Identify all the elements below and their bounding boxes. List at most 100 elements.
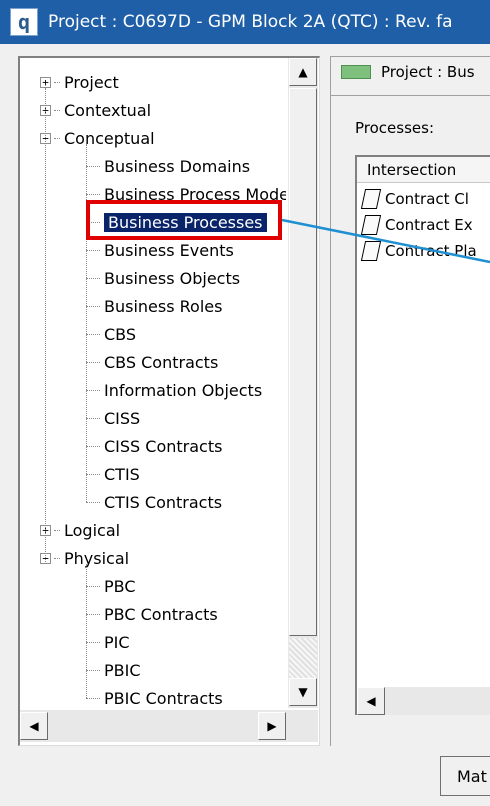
tree-item[interactable]: + Project — [40, 68, 119, 96]
tree-item-label: CTIS — [104, 464, 140, 484]
tree-connector-line — [86, 445, 100, 447]
list-item-label: Contract Cl — [385, 190, 469, 208]
tree-item-label: PBC — [104, 576, 136, 596]
list-horizontal-scrollbar[interactable]: ◀ — [357, 687, 490, 715]
tree-item[interactable]: Information Objects — [86, 376, 262, 404]
tree-item[interactable]: Business Events — [86, 236, 234, 264]
tree-item-label: PBIC — [104, 660, 141, 680]
tree-item[interactable]: PIC — [86, 628, 130, 656]
tree-connector-line — [86, 613, 100, 615]
tree-item-label: PIC — [104, 632, 130, 652]
tree-connector-line — [54, 557, 60, 559]
window-title: Project : C0697D - GPM Block 2A (QTC) : … — [48, 12, 453, 32]
processes-list[interactable]: Intersection Contract Cl Contract Ex Con… — [355, 155, 490, 715]
tree-content: + Project + Contextual − Conceptual Business D… — [20, 58, 286, 708]
tree-connector-line — [86, 389, 100, 391]
tree-item-label: CBS — [104, 324, 137, 344]
tree-connector-line — [86, 641, 100, 643]
project-color-icon — [341, 65, 371, 79]
app-window: q Project : C0697D - GPM Block 2A (QTC) … — [0, 0, 490, 806]
list-scroll-left-arrow-icon[interactable]: ◀ — [357, 687, 385, 715]
tree-guide-line — [86, 564, 87, 698]
tree-item[interactable]: PBIC Contracts — [86, 684, 223, 708]
list-item-label: Contract Ex — [385, 216, 473, 234]
document-icon — [360, 215, 382, 235]
tree-item[interactable]: − Physical — [40, 544, 129, 572]
tree-view[interactable]: + Project + Contextual − Conceptual Business D… — [18, 56, 320, 746]
tree-item[interactable]: CTIS Contracts — [86, 488, 222, 516]
tree-item[interactable]: CISS Contracts — [86, 432, 222, 460]
document-icon — [360, 189, 382, 209]
tree-item[interactable]: PBC — [86, 572, 136, 600]
matrix-button[interactable]: Mat — [440, 756, 490, 796]
tree-connector-line — [86, 697, 100, 699]
scroll-up-arrow-icon[interactable]: ▲ — [289, 58, 317, 86]
tree-item[interactable]: CTIS — [86, 460, 140, 488]
tree-root-guide-line — [45, 88, 46, 564]
tree-connector-line — [86, 585, 100, 587]
tree-scroll-track[interactable] — [289, 638, 317, 678]
tree-vertical-scrollbar[interactable]: ▲ ▼ — [288, 58, 318, 708]
tree-item[interactable]: Business Domains — [86, 152, 250, 180]
header-divider — [331, 95, 490, 96]
list-item[interactable]: Contract Ex — [360, 213, 473, 237]
tree-item[interactable]: CBS Contracts — [86, 348, 218, 376]
tree-item-label: Business Domains — [104, 156, 251, 176]
tree-connector-line — [86, 277, 100, 279]
tree-item-label: Business Roles — [104, 296, 223, 316]
tree-item-label: Conceptual — [64, 128, 155, 148]
panel-header-text: Project : Bus — [381, 63, 475, 81]
tree-connector-line — [86, 305, 100, 307]
tree-item-label: Project — [64, 72, 119, 92]
tree-item-label: Contextual — [64, 100, 152, 120]
tree-connector-line — [86, 417, 100, 419]
scroll-down-arrow-icon[interactable]: ▼ — [289, 678, 317, 706]
tree-connector-line — [86, 501, 100, 503]
list-item-label: Contract Pla — [385, 242, 477, 260]
app-icon: q — [10, 8, 38, 36]
tree-item-label: Logical — [64, 520, 121, 540]
panel-header: Project : Bus — [341, 63, 475, 81]
tree-connector-line — [86, 333, 100, 335]
tree-scroll-thumb[interactable] — [289, 88, 317, 636]
tree-item[interactable]: + Contextual — [40, 96, 151, 124]
tree-horizontal-scrollbar[interactable]: ◀ ▶ — [20, 710, 318, 742]
list-item[interactable]: Contract Cl — [360, 187, 469, 211]
document-icon — [360, 241, 382, 261]
highlight-box — [86, 200, 282, 240]
tree-connector-line — [86, 165, 100, 167]
tree-item-label: PBIC Contracts — [104, 688, 223, 708]
scroll-right-arrow-icon[interactable]: ▶ — [258, 712, 286, 740]
tree-connector-line — [86, 473, 100, 475]
tree-connector-line — [86, 361, 100, 363]
tree-item-label: Physical — [64, 548, 130, 568]
tree-connector-line — [54, 109, 60, 111]
tree-item-label: Business Events — [104, 240, 234, 260]
tree-item-label: Information Objects — [104, 380, 263, 400]
tree-connector-line — [54, 81, 60, 83]
tree-item[interactable]: PBIC — [86, 656, 141, 684]
tree-item[interactable]: − Conceptual — [40, 124, 155, 152]
tree-connector-line — [86, 249, 100, 251]
tree-item[interactable]: CBS — [86, 320, 136, 348]
tree-item[interactable]: + Logical — [40, 516, 120, 544]
tree-connector-line — [86, 193, 100, 195]
tree-item-label: CTIS Contracts — [104, 492, 223, 512]
list-item[interactable]: Contract Pla — [360, 239, 477, 263]
tree-item[interactable]: CISS — [86, 404, 140, 432]
tree-guide-line — [86, 144, 87, 502]
tree-item-label: Business Objects — [104, 268, 241, 288]
details-panel: Project : Bus Processes: Intersection Co… — [330, 56, 490, 746]
tree-connector-line — [54, 529, 60, 531]
tree-item-label: CISS Contracts — [104, 436, 223, 456]
scroll-left-arrow-icon[interactable]: ◀ — [20, 712, 48, 740]
column-header-intersection[interactable]: Intersection — [357, 157, 490, 183]
tree-connector-line — [86, 669, 100, 671]
expand-plus-icon[interactable]: + — [40, 76, 51, 88]
tree-item[interactable]: Business Roles — [86, 292, 222, 320]
tree-item[interactable]: PBC Contracts — [86, 600, 218, 628]
tree-item[interactable]: Business Objects — [86, 264, 240, 292]
tree-item-label: CBS Contracts — [104, 352, 219, 372]
title-bar[interactable]: q Project : C0697D - GPM Block 2A (QTC) … — [0, 0, 490, 44]
tree-connector-line — [54, 137, 60, 139]
